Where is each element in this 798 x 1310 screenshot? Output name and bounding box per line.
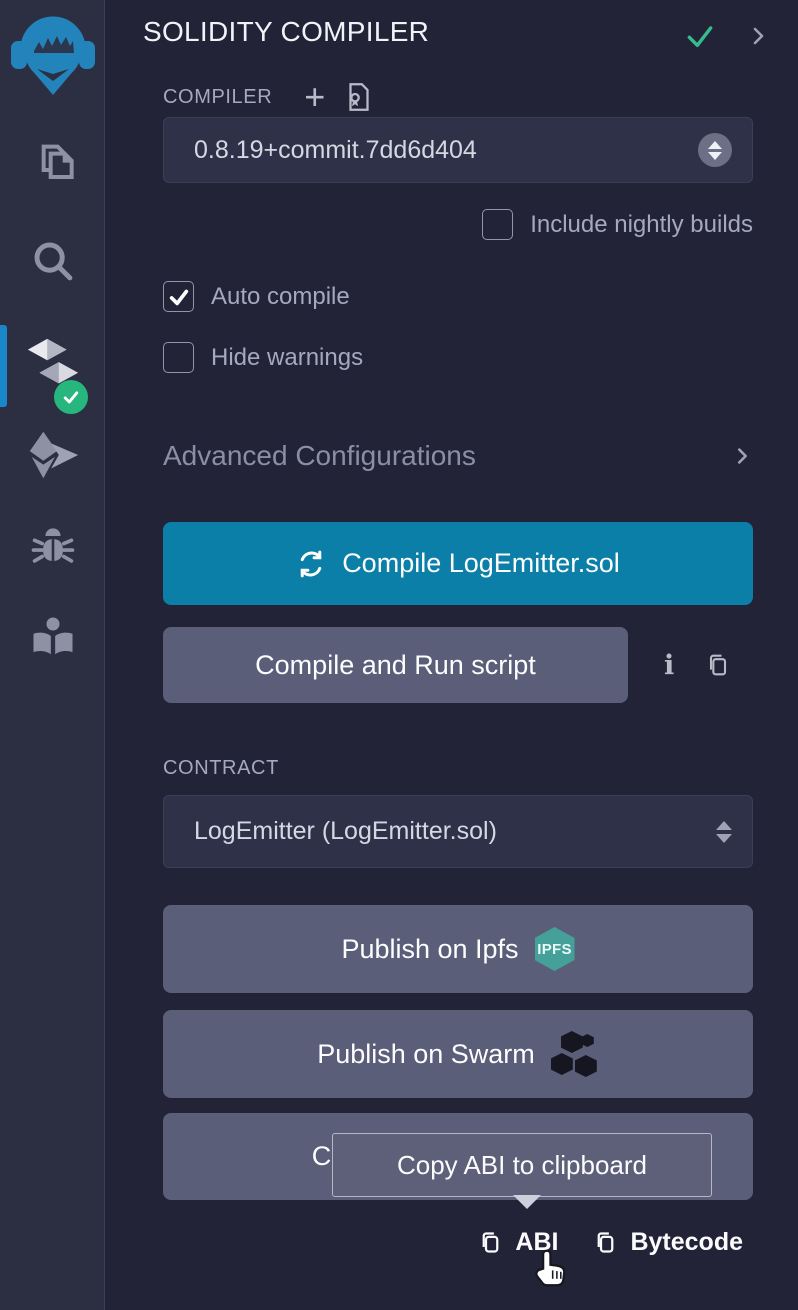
compile-success-badge [54, 380, 88, 414]
file-badge-icon[interactable] [343, 80, 375, 114]
compile-and-run-button[interactable]: Compile and Run script [163, 627, 628, 703]
advanced-configurations-label: Advanced Configurations [163, 440, 476, 472]
swarm-logo-icon [551, 1031, 599, 1077]
copy-bytecode-label: Bytecode [630, 1228, 743, 1257]
compiler-panel: SOLIDITY COMPILER COMPILER + 0.8.19+comm… [106, 0, 798, 1310]
copy-abi-tooltip-text: Copy ABI to clipboard [397, 1150, 647, 1181]
auto-compile-checkbox[interactable] [163, 281, 194, 312]
sidebar-item-learn[interactable] [0, 606, 105, 668]
remix-solidity-compiler-panel: SOLIDITY COMPILER COMPILER + 0.8.19+comm… [0, 0, 798, 1310]
compiler-version-value: 0.8.19+commit.7dd6d404 [194, 136, 698, 165]
compiler-section-label: COMPILER [163, 86, 272, 109]
checkmark-icon [168, 286, 190, 308]
info-icon[interactable]: i [664, 650, 674, 681]
copy-pages-icon [25, 135, 81, 191]
auto-compile-label: Auto compile [211, 283, 350, 311]
sidebar-item-search[interactable] [0, 228, 105, 294]
hide-warnings-label: Hide warnings [211, 344, 363, 372]
sidebar-item-deploy-run[interactable] [0, 423, 105, 487]
tooltip-caret [513, 1195, 541, 1209]
copy-icon [592, 1229, 619, 1256]
page-title: SOLIDITY COMPILER [143, 16, 429, 48]
include-nightly-label: Include nightly builds [530, 211, 753, 239]
publish-swarm-label: Publish on Swarm [317, 1039, 535, 1070]
ethereum-arrow-icon [24, 427, 82, 483]
sidebar-item-solidity-compiler[interactable] [0, 326, 105, 406]
copy-abi-tooltip: Copy ABI to clipboard [332, 1133, 712, 1197]
book-reader-icon [27, 611, 79, 663]
include-nightly-checkbox[interactable] [482, 209, 513, 240]
publish-ipfs-button[interactable]: Publish on Ipfs IPFS [163, 905, 753, 993]
sidebar-item-debugger[interactable] [0, 518, 105, 580]
mouse-pointer-cursor [531, 1248, 571, 1295]
compiled-check-icon [682, 20, 718, 52]
compiler-version-select[interactable]: 0.8.19+commit.7dd6d404 [163, 117, 753, 183]
advanced-configurations-toggle[interactable]: Advanced Configurations [163, 440, 753, 472]
copy-script-icon[interactable] [704, 651, 732, 679]
ipfs-logo-icon: IPFS [535, 927, 575, 971]
copy-icon [477, 1229, 504, 1256]
chevron-right-icon [731, 443, 753, 469]
contract-select-value: LogEmitter (LogEmitter.sol) [194, 817, 716, 846]
contract-select-caret-icon [716, 821, 732, 843]
check-icon [61, 387, 81, 407]
hide-warnings-checkbox[interactable] [163, 342, 194, 373]
bug-icon [27, 523, 79, 575]
remix-logo-icon [7, 7, 99, 99]
compile-button-label: Compile LogEmitter.sol [342, 548, 620, 579]
refresh-icon [296, 549, 326, 579]
add-compiler-icon[interactable]: + [304, 83, 325, 111]
contract-select[interactable]: LogEmitter (LogEmitter.sol) [163, 795, 753, 868]
magnifier-icon [26, 234, 80, 288]
compile-and-run-label: Compile and Run script [255, 650, 536, 681]
sidebar-item-file-explorer[interactable] [0, 128, 105, 198]
collapse-panel-chevron-icon[interactable] [746, 22, 770, 50]
publish-swarm-button[interactable]: Publish on Swarm [163, 1010, 753, 1098]
icon-sidebar [0, 0, 105, 1310]
select-caret-icon [698, 133, 732, 167]
remix-logo[interactable] [0, 6, 105, 100]
copy-bytecode-button[interactable]: Bytecode [592, 1228, 743, 1257]
compile-button[interactable]: Compile LogEmitter.sol [163, 522, 753, 605]
publish-ipfs-label: Publish on Ipfs [341, 934, 518, 965]
contract-section-label: CONTRACT [163, 757, 279, 780]
